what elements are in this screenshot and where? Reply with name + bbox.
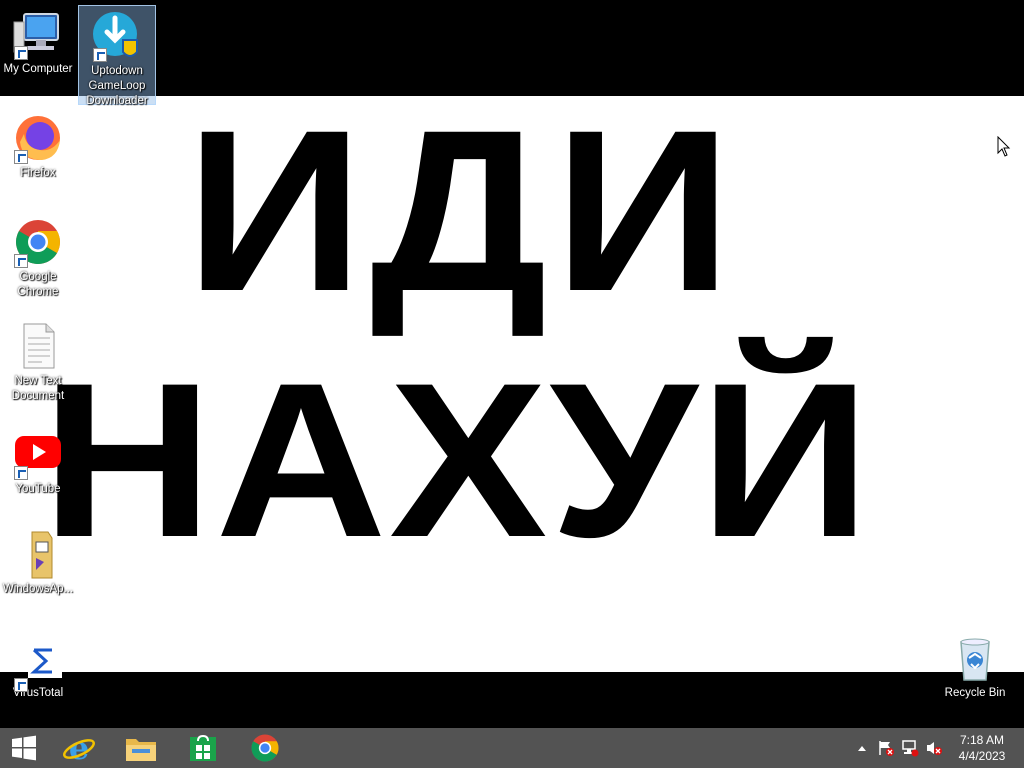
- desktop-icon-label: New Text Document: [11, 375, 65, 402]
- mouse-cursor-icon: [997, 135, 1011, 162]
- desktop-icon-recycle-bin[interactable]: Recycle Bin: [936, 628, 1014, 701]
- shortcut-arrow-icon: [14, 150, 28, 164]
- clock-time: 7:18 AM: [959, 733, 1005, 747]
- desktop-icon-label: My Computer: [3, 63, 73, 75]
- taskbar: e 7:18 AM 4/4/2023: [0, 728, 1024, 768]
- wallpaper: ИДИ НАХУЙ: [0, 96, 1024, 672]
- desktop-icon-uptodown-gameloop-downloader[interactable]: Uptodown GameLoop Downloader: [78, 5, 156, 107]
- shortcut-arrow-icon: [93, 48, 107, 62]
- chrome-icon: [12, 216, 64, 268]
- taskbar-chrome-button[interactable]: [234, 728, 296, 768]
- start-button[interactable]: [0, 728, 48, 768]
- shortcut-arrow-icon: [14, 466, 28, 480]
- action-center-flag-icon[interactable]: [875, 737, 897, 759]
- taskbar-clock[interactable]: 7:18 AM 4/4/2023: [946, 732, 1018, 764]
- desktop-icon-google-chrome[interactable]: Google Chrome: [0, 212, 76, 300]
- desktop-icon-new-text-document[interactable]: New Text Document: [0, 316, 76, 404]
- show-hidden-icons-chevron[interactable]: [851, 737, 873, 759]
- wallpaper-text-line1: ИДИ: [185, 96, 739, 339]
- shortcut-arrow-icon: [14, 254, 28, 268]
- shortcut-arrow-icon: [14, 46, 28, 60]
- taskbar-store-button[interactable]: [172, 728, 234, 768]
- clock-date: 4/4/2023: [958, 749, 1006, 763]
- internet-explorer-icon: e: [63, 731, 95, 765]
- svg-text:e: e: [69, 731, 89, 765]
- recycle-bin-icon: [949, 632, 1001, 684]
- store-icon: [190, 734, 216, 761]
- desktop-icon-label: YouTube: [15, 483, 61, 495]
- folder-icon: [12, 528, 64, 580]
- desktop-icon-virustotal[interactable]: VirusTotal: [0, 636, 76, 701]
- file-explorer-icon: [126, 739, 156, 761]
- desktop-icon-youtube[interactable]: YouTube: [0, 424, 76, 497]
- virustotal-icon: [12, 640, 64, 692]
- taskbar-file-explorer-button[interactable]: [110, 728, 172, 768]
- volume-muted-icon[interactable]: [923, 737, 945, 759]
- shortcut-arrow-icon: [14, 678, 28, 692]
- desktop-icon-my-computer[interactable]: My Computer: [0, 4, 76, 77]
- desktop-icon-windowsap[interactable]: WindowsAp...: [0, 524, 76, 597]
- uptodown-icon: [91, 10, 143, 62]
- system-tray: 7:18 AM 4/4/2023: [850, 728, 1024, 768]
- youtube-icon: [12, 428, 64, 480]
- wallpaper-text-line2: НАХУЙ: [41, 337, 873, 583]
- start-icon: [12, 735, 36, 761]
- desktop-icon-label: Uptodown GameLoop Downloader: [86, 65, 148, 107]
- firefox-icon: [12, 112, 64, 164]
- computer-icon: [12, 8, 64, 60]
- chrome-icon: [251, 734, 279, 762]
- desktop-icon-label: WindowsAp...: [2, 583, 74, 595]
- desktop-icon-firefox[interactable]: Firefox: [0, 108, 76, 181]
- desktop-icon-label: Recycle Bin: [944, 687, 1006, 699]
- text-document-icon: [12, 320, 64, 372]
- taskbar-internet-explorer-button[interactable]: e: [48, 728, 110, 768]
- desktop-icon-label: Google Chrome: [17, 271, 59, 298]
- network-icon[interactable]: [899, 737, 921, 759]
- desktop-icon-label: Firefox: [20, 167, 56, 179]
